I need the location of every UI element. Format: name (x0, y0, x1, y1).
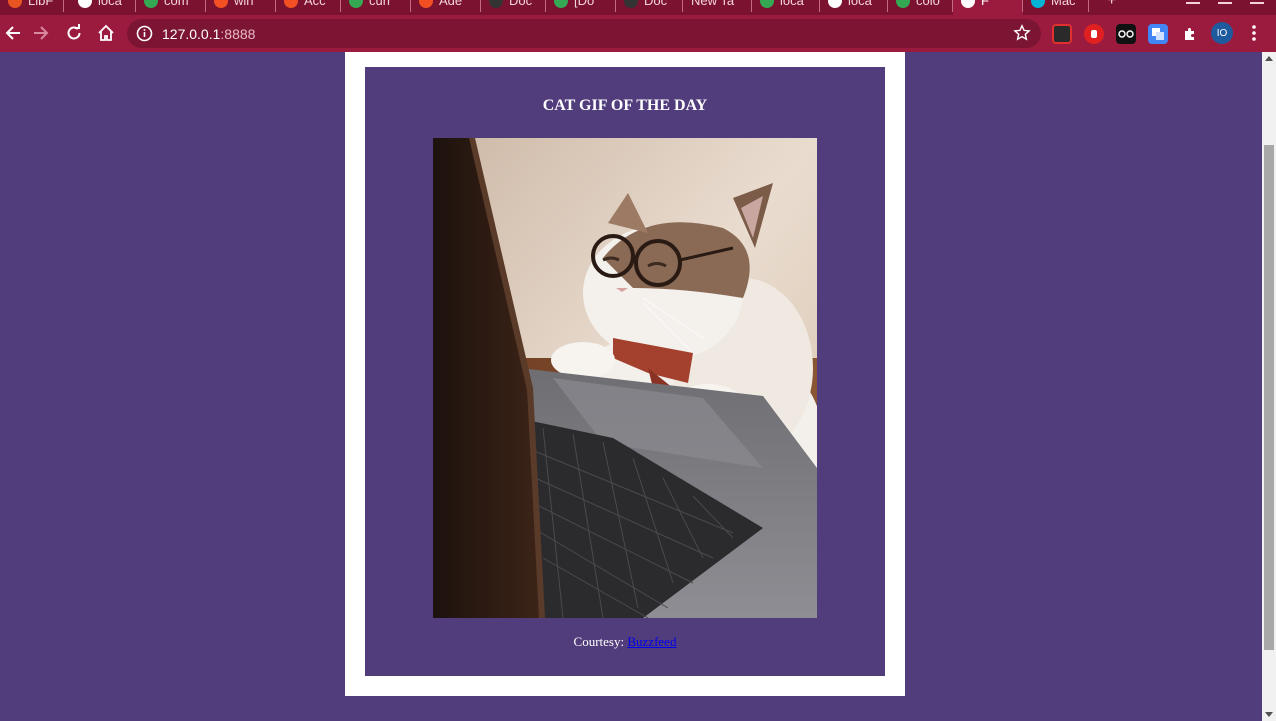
tab-title: colo (916, 0, 940, 8)
tab-favicon-icon (760, 0, 774, 8)
tab-favicon-icon (419, 0, 433, 8)
tab-title: Ade (439, 0, 463, 8)
more-options-icon[interactable] (1245, 23, 1263, 43)
browser-tab[interactable]: Doc (616, 0, 683, 15)
browser-tab[interactable]: F (953, 0, 1023, 15)
new-tab-button[interactable]: + (1107, 0, 1116, 10)
home-button[interactable] (93, 20, 119, 46)
page-title: CAT GIF OF THE DAY (542, 97, 708, 114)
gif-card: CAT GIF OF THE DAY Courtesy: Buzzfeed (365, 67, 885, 676)
tab-title: Doc (509, 0, 533, 8)
buzzfeed-link[interactable]: Buzzfeed (627, 634, 676, 649)
arrow-left-icon (5, 26, 20, 40)
tab-favicon-icon (78, 0, 92, 8)
extensions-puzzle-button[interactable] (1180, 24, 1200, 44)
browser-tab[interactable]: win (206, 0, 276, 15)
tab-title: LibF (28, 0, 54, 8)
credit-line: Courtesy: Buzzfeed (365, 634, 885, 650)
url-text: 127.0.0.1:8888 (162, 26, 255, 42)
arrow-right-icon (34, 26, 49, 40)
close-window-button[interactable] (1250, 0, 1264, 4)
browser-tab[interactable]: loca (752, 0, 820, 15)
browser-tab[interactable]: [Do (546, 0, 616, 15)
browser-tab[interactable]: Doc (481, 0, 546, 15)
tab-favicon-icon (349, 0, 363, 8)
tab-title: New Ta (691, 0, 735, 8)
tab-favicon-icon (554, 0, 568, 8)
tab-favicon-icon (144, 0, 158, 8)
info-icon[interactable] (136, 25, 153, 42)
browser-tab[interactable]: loca (820, 0, 888, 15)
translate-icon[interactable] (1148, 24, 1168, 44)
tab-title: loca (848, 0, 872, 8)
url-host: 127.0.0.1 (162, 26, 221, 42)
browser-tab[interactable]: New Ta (683, 0, 752, 15)
tab-title: Doc (644, 0, 668, 8)
tab-title: loca (98, 0, 122, 8)
url-port: :8888 (220, 26, 256, 42)
extension-glasses-icon[interactable] (1116, 24, 1136, 44)
home-icon (98, 24, 114, 41)
adblock-icon[interactable] (1084, 24, 1104, 44)
maximize-window-button[interactable] (1218, 0, 1232, 4)
browser-tab[interactable]: Mac (1023, 0, 1089, 15)
scroll-down-arrow-icon[interactable] (1265, 712, 1273, 717)
tab-title: com (164, 0, 189, 8)
tab-favicon-icon (489, 0, 503, 8)
tab-favicon-icon (961, 0, 975, 8)
browser-tab[interactable]: Acc (276, 0, 341, 15)
browser-tab[interactable]: LibF (0, 0, 64, 15)
address-bar[interactable]: 127.0.0.1:8888 (127, 19, 1041, 48)
tab-title: Acc (304, 0, 326, 8)
browser-toolbar: 127.0.0.1:8888 IO (0, 15, 1276, 52)
browser-tab[interactable]: colo (888, 0, 953, 15)
browser-tab[interactable]: com (136, 0, 206, 15)
browser-tab[interactable]: loca (70, 0, 136, 15)
tab-favicon-icon (214, 0, 228, 8)
tab-title: win (234, 0, 254, 8)
browser-tab[interactable]: curr (341, 0, 411, 15)
tab-title: loca (780, 0, 804, 8)
tab-favicon-icon (624, 0, 638, 8)
scroll-up-arrow-icon[interactable] (1265, 56, 1273, 61)
forward-button[interactable] (28, 20, 54, 46)
tab-title: F (981, 0, 989, 8)
profile-initials: IO (1216, 27, 1228, 39)
tab-strip: LibF loca com win Acc curr Ade Doc [Do Doc New Ta l… (0, 0, 1276, 15)
tab-title: [Do (574, 0, 595, 8)
cat-gif-image (433, 138, 817, 618)
credit-prefix: Courtesy: (573, 634, 628, 649)
reload-button[interactable] (61, 20, 87, 46)
back-button[interactable] (0, 20, 26, 46)
tab-title: Mac (1051, 0, 1076, 8)
translate-glyph-icon (1152, 28, 1164, 40)
gif-card-frame: CAT GIF OF THE DAY Courtesy: Buzzfeed (345, 52, 905, 696)
tab-title: curr (369, 0, 392, 8)
page-viewport: CAT GIF OF THE DAY Courtesy: Buzzfeed (0, 52, 1262, 721)
tab-favicon-icon (1031, 0, 1045, 8)
tab-favicon-icon (284, 0, 298, 8)
profile-avatar[interactable]: IO (1211, 22, 1233, 44)
hand-icon (1091, 30, 1097, 38)
extension-icon[interactable] (1052, 24, 1072, 44)
cat-illustration (433, 138, 817, 618)
glasses-icon (1118, 30, 1134, 38)
tab-separator (1088, 0, 1089, 12)
tab-favicon-icon (8, 0, 22, 8)
browser-tab[interactable]: Ade (411, 0, 481, 15)
tab-favicon-icon (896, 0, 910, 8)
scrollbar-thumb[interactable] (1264, 145, 1274, 650)
reload-icon (67, 24, 81, 40)
vertical-scrollbar[interactable] (1262, 52, 1276, 721)
bookmark-star-icon[interactable] (1013, 24, 1031, 42)
tab-favicon-icon (828, 0, 842, 8)
tab-separator (63, 0, 64, 12)
minimize-window-button[interactable] (1186, 0, 1200, 4)
puzzle-icon (1185, 28, 1194, 40)
